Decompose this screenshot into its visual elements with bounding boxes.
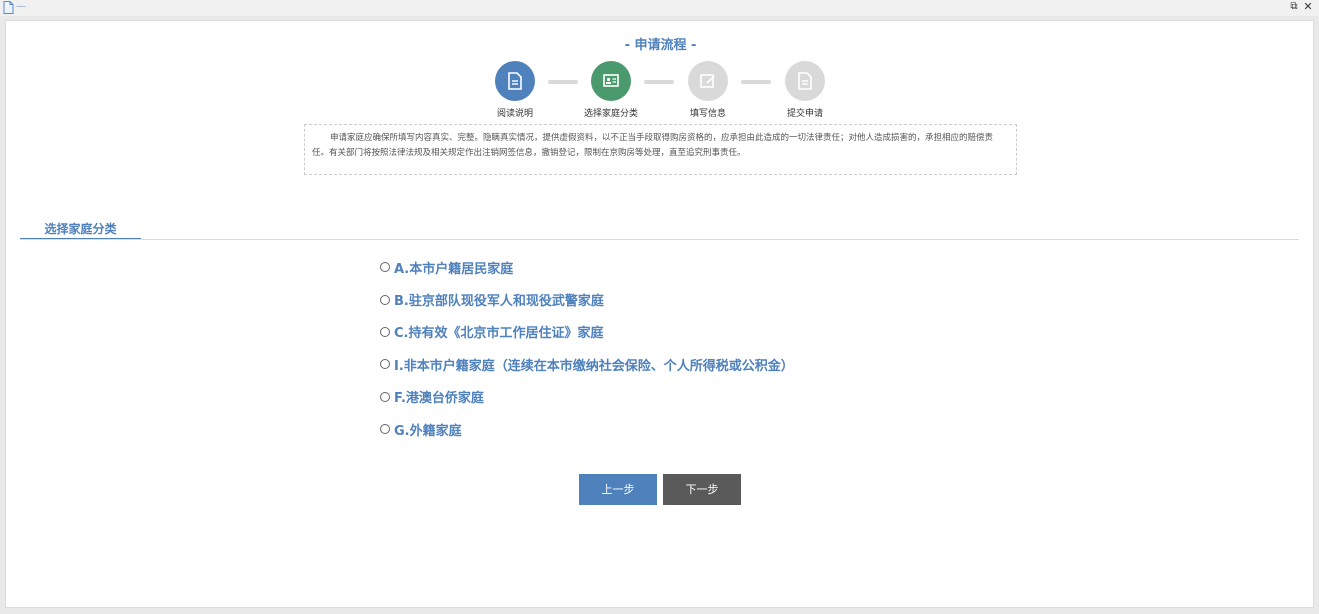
option-label: B.驻京部队现役军人和现役武警家庭 (394, 294, 604, 310)
option-b[interactable]: B.驻京部队现役军人和现役武警家庭 (380, 283, 1080, 315)
next-step-button[interactable]: 下一步 (663, 474, 741, 505)
document-icon (3, 1, 14, 14)
step-read-instructions (495, 61, 535, 101)
option-label: G.外籍家庭 (394, 423, 462, 439)
option-label: I.非本市户籍家庭（连续在本市缴纳社会保险、个人所得税或公积金） (394, 358, 794, 374)
radio-button[interactable] (380, 326, 390, 337)
step-label: 提交申请 (786, 109, 823, 119)
step-label: 选择家庭分类 (583, 109, 638, 119)
option-f[interactable]: F.港澳台侨家庭 (380, 381, 1080, 413)
step-label: 填写信息 (689, 109, 726, 119)
step-connector (741, 80, 771, 84)
step-connector (644, 80, 674, 84)
flow-title: - 申请流程 - (624, 38, 697, 53)
option-label: C.持有效《北京市工作居住证》家庭 (394, 326, 604, 342)
family-type-options: A.本市户籍居民家庭 B.驻京部队现役军人和现役武警家庭 C.持有效《北京市工作… (380, 251, 1080, 445)
section-title: 选择家庭分类 (20, 220, 141, 240)
radio-button[interactable] (380, 359, 390, 370)
restore-icon[interactable]: ⧉ (1288, 1, 1300, 13)
option-g[interactable]: G.外籍家庭 (380, 413, 1080, 445)
step-connector (548, 80, 578, 84)
section-divider (20, 239, 1299, 240)
window-titlebar: — ⧉ ✕ (0, 0, 1319, 16)
option-i[interactable]: I.非本市户籍家庭（连续在本市缴纳社会保险、个人所得税或公积金） (380, 348, 1080, 380)
id-card-icon (603, 74, 619, 87)
close-icon[interactable]: ✕ (1302, 1, 1314, 13)
radio-button[interactable] (380, 424, 390, 435)
window-title: — (16, 1, 26, 12)
main-panel: - 申请流程 - 阅读说明 选择家庭分类 填写信息 提交申请 申请家庭应确保所填… (5, 20, 1314, 608)
option-a[interactable]: A.本市户籍居民家庭 (380, 251, 1080, 283)
document-icon (508, 72, 522, 90)
option-c[interactable]: C.持有效《北京市工作居住证》家庭 (380, 316, 1080, 348)
radio-button[interactable] (380, 262, 390, 273)
option-label: A.本市户籍居民家庭 (394, 261, 514, 277)
step-select-family-type (591, 61, 631, 101)
radio-button[interactable] (380, 294, 390, 305)
prev-step-button[interactable]: 上一步 (579, 474, 657, 505)
document-icon (798, 72, 812, 90)
step-fill-info (688, 61, 728, 101)
legal-notice: 申请家庭应确保所填写内容真实、完整。隐瞒真实情况，提供虚假资料，以不正当手段取得… (304, 124, 1017, 175)
step-submit-application (785, 61, 825, 101)
option-label: F.港澳台侨家庭 (394, 391, 484, 407)
step-label: 阅读说明 (496, 109, 533, 119)
edit-icon (700, 74, 715, 88)
radio-button[interactable] (380, 391, 390, 402)
